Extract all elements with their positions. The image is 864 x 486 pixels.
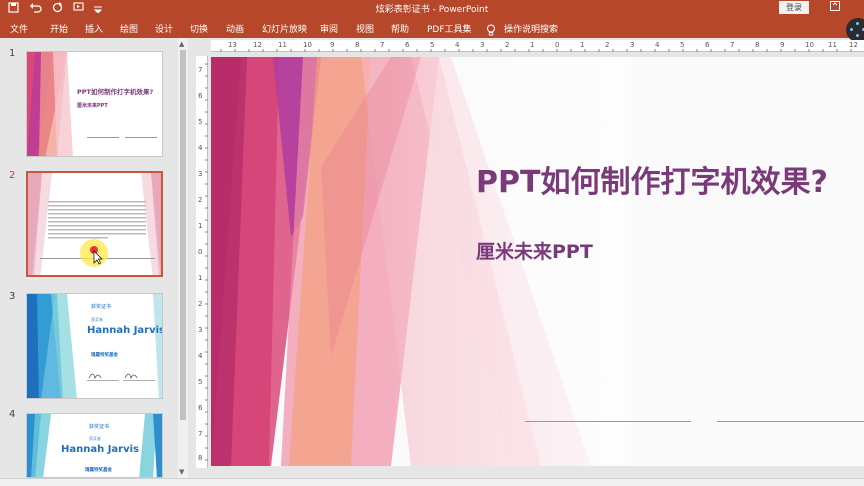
sign-in-button[interactable]: 登录 <box>779 1 809 14</box>
tab-view[interactable]: 视图 <box>356 22 374 35</box>
thumbnail-header: 获奖证书 <box>89 424 110 430</box>
camera-widget-icon[interactable] <box>846 18 864 42</box>
ribbon-tabs: 文件 开始 插入 绘图 设计 切换 动画 幻灯片放映 审阅 视图 帮助 PDF工… <box>0 18 864 38</box>
tab-home[interactable]: 开始 <box>50 22 68 35</box>
window-title: 炫彩表彰证书 - PowerPoint <box>375 5 489 15</box>
tell-me-search[interactable]: 操作说明搜索 <box>504 22 558 35</box>
thumbnail-small-text: 获奖者 <box>91 317 103 322</box>
tab-slideshow[interactable]: 幻灯片放映 <box>262 22 307 35</box>
scroll-up-icon[interactable]: ▲ <box>179 40 184 48</box>
thumbnail-number: 3 <box>9 291 16 302</box>
thumbnail-subtitle: 厘米未来PPT <box>77 103 108 109</box>
tab-insert[interactable]: 插入 <box>85 22 103 35</box>
scroll-down-icon[interactable]: ▼ <box>179 468 184 476</box>
thumbnail-header: 获奖证书 <box>91 304 112 310</box>
horizontal-ruler: 13 12 11 10 9 8 7 6 5 4 3 2 1 0 1 2 3 4 … <box>211 40 864 52</box>
thumbnail-name: Hannah Jarvis <box>61 444 140 455</box>
thumbnail-small-text: 获奖者 <box>89 436 101 441</box>
thumbnail-footer: 瑰霞特奖基金 <box>85 468 112 473</box>
title-bar: 炫彩表彰证书 - PowerPoint 登录 <box>0 0 864 18</box>
tab-animations[interactable]: 动画 <box>226 22 244 35</box>
slide-canvas[interactable]: PPT如何制作打字机效果? 厘米未来PPT <box>211 57 864 466</box>
thumbnail-name: Hannah Jarvis <box>87 325 163 336</box>
signature-line <box>717 421 864 422</box>
thumbnail-number: 1 <box>9 48 16 59</box>
thumbnail-number: 4 <box>9 409 16 420</box>
tab-draw[interactable]: 绘图 <box>120 22 138 35</box>
ribbon-display-icon[interactable] <box>830 1 840 14</box>
slide-subtitle[interactable]: 厘米未来PPT <box>476 237 593 264</box>
slide-thumbnail-pane: 1 PPT如何制作打字机效果? 厘米未来PPT 2 3 获奖证书 获奖者 Han… <box>0 38 178 478</box>
vertical-ruler: 7 6 5 4 3 2 1 0 1 2 3 4 5 6 7 8 <box>196 56 208 468</box>
thumbnail-number: 2 <box>9 170 16 181</box>
tab-file[interactable]: 文件 <box>10 22 28 35</box>
thumbnail-title: PPT如何制作打字机效果? <box>77 88 154 96</box>
status-bar <box>0 478 864 486</box>
tab-transitions[interactable]: 切换 <box>190 22 208 35</box>
tab-pdf-tools[interactable]: PDF工具集 <box>427 22 472 35</box>
slide-title[interactable]: PPT如何制作打字机效果? <box>476 157 828 201</box>
slide-thumbnail-4[interactable]: 获奖证书 获奖者 Hannah Jarvis 瑰霞特奖基金 <box>26 413 163 478</box>
thumbnail-scrollbar[interactable]: ▲ ▼ <box>178 38 188 478</box>
scrollbar-thumb[interactable] <box>180 50 186 420</box>
slide-thumbnail-3[interactable]: 获奖证书 获奖者 Hannah Jarvis 瑰霞特奖基金 <box>26 293 163 399</box>
slide-thumbnail-1[interactable]: PPT如何制作打字机效果? 厘米未来PPT <box>26 51 163 157</box>
tab-design[interactable]: 设计 <box>155 22 173 35</box>
thumbnail-footer: 瑰霞特奖基金 <box>91 353 118 358</box>
lightbulb-icon <box>486 21 496 36</box>
slide-thumbnail-2[interactable] <box>26 171 163 277</box>
tab-help[interactable]: 帮助 <box>391 22 409 35</box>
tab-review[interactable]: 审阅 <box>320 22 338 35</box>
signature-line <box>525 421 691 422</box>
